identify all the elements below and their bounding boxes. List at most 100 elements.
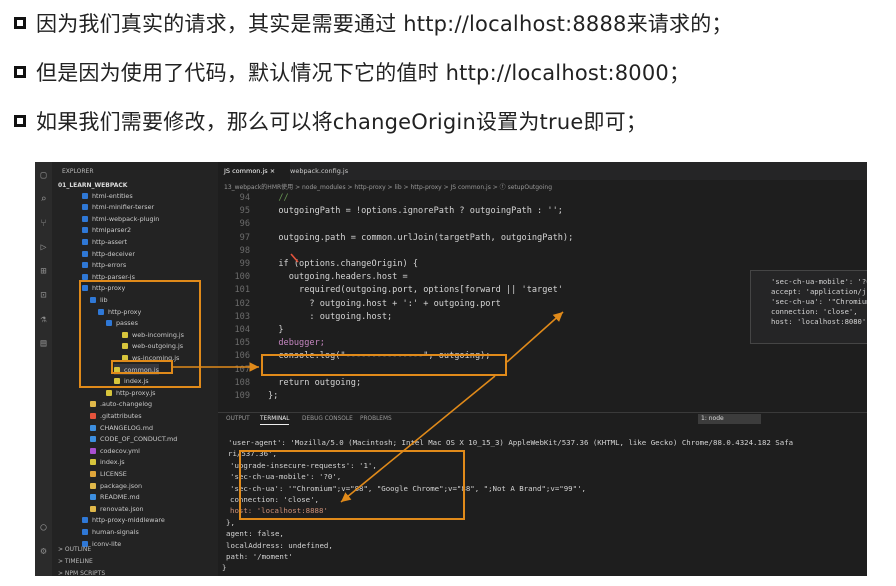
tree-item--auto-changelog[interactable]: .auto-changelog (90, 399, 152, 410)
tree-item-human-signals[interactable]: human-signals (82, 526, 139, 537)
folder-icon (82, 204, 88, 211)
tree-item-label: package.json (100, 481, 143, 490)
square-bullet-icon (14, 17, 26, 29)
tree-item-http-assert[interactable]: http-assert (82, 236, 127, 247)
terminal-select[interactable]: 1: node (698, 414, 761, 424)
line-number: 108 (234, 377, 250, 388)
tree-item-http-errors[interactable]: http-errors (82, 260, 126, 271)
project-folder[interactable]: 01_LEARN_WEBPACK (58, 182, 127, 189)
tree-item-license[interactable]: LICENSE (90, 468, 127, 479)
tree-item-codecov-yml[interactable]: codecov.yml (90, 445, 140, 456)
tab-debug-console[interactable]: DEBUG CONSOLE (302, 416, 353, 422)
folder-icon (82, 528, 88, 535)
code-line-95[interactable]: 95 outgoingPath = !options.ignorePath ? … (218, 205, 867, 218)
folder-icon (82, 238, 88, 245)
code-text: debugger; (268, 338, 325, 349)
tree-item-label: http-proxy-middleware (92, 516, 165, 525)
line-number: 105 (234, 338, 250, 349)
file-icon (90, 401, 96, 408)
terminal-line: agent: false, (226, 529, 284, 539)
tree-item-http-proxy-middleware[interactable]: http-proxy-middleware (82, 515, 165, 526)
bullet-2-text: 但是因为使用了代码，默认情况下它的值时 http://localhost:800… (36, 61, 691, 85)
square-bullet-icon (14, 115, 26, 127)
testing-icon[interactable]: ⚗ (38, 314, 49, 325)
bullet-1: 因为我们真实的请求，其实是需要通过 http://localhost:8888来… (14, 8, 733, 38)
line-number: 102 (234, 298, 250, 309)
docker-icon[interactable]: ▤ (38, 338, 49, 349)
highlight-box-console-log (261, 354, 507, 376)
tree-item-http-deceiver[interactable]: http-deceiver (82, 248, 135, 259)
code-line-97[interactable]: 97 outgoing.path = common.urlJoin(target… (218, 232, 867, 245)
line-number: 94 (239, 193, 250, 203)
hover-tooltip: 'sec-ch-ua-mobile': '?0', accept: 'appli… (750, 270, 867, 344)
run-icon[interactable]: ▷ (38, 242, 49, 253)
settings-gear-icon[interactable]: ⚙ (38, 546, 49, 557)
remote-icon[interactable]: ⊡ (38, 290, 49, 301)
folder-icon (82, 273, 88, 280)
files-icon[interactable]: ▢ (38, 170, 49, 181)
tree-item-label: http-assert (92, 237, 128, 246)
tree-item-code-of-conduct-md[interactable]: CODE_OF_CONDUCT.md (90, 434, 177, 445)
code-text: outgoing.path = common.urlJoin(targetPat… (268, 232, 574, 243)
code-line-94[interactable]: 94 // (218, 192, 867, 205)
tree-item-label: html-webpack-plugin (92, 214, 160, 223)
tab-output[interactable]: OUTPUT (226, 416, 250, 422)
hover-line: host: 'localhost:8080' (771, 317, 867, 326)
tree-item-htmlparser2[interactable]: htmlparser2 (82, 225, 131, 236)
file-icon (90, 424, 96, 431)
tree-item--gitattributes[interactable]: .gitattributes (90, 410, 142, 421)
tree-item-label: htmlparser2 (92, 226, 132, 235)
terminal-line: path: '/moment' (226, 552, 293, 561)
line-number: 96 (239, 219, 250, 230)
section-timeline[interactable]: > TIMELINE (58, 558, 93, 565)
bullet-1-text: 因为我们真实的请求，其实是需要通过 http://localhost:8888来… (36, 12, 733, 36)
file-icon (90, 459, 96, 466)
tab-problems[interactable]: PROBLEMS (360, 416, 392, 422)
line-number: 100 (234, 272, 250, 283)
code-text: } (268, 325, 284, 335)
line-number: 99 (239, 259, 250, 269)
tree-item-label: renovate.json (100, 504, 144, 513)
tree-item-label: http-proxy.js (116, 388, 156, 397)
tree-item-label: CHANGELOG.md (100, 423, 154, 432)
section-npm-scripts[interactable]: > NPM SCRIPTS (58, 570, 105, 576)
bullet-2: 但是因为使用了代码，默认情况下它的值时 http://localhost:800… (14, 57, 690, 87)
editor-tabs: JS common.js × webpack.config.js (218, 162, 867, 180)
file-icon (90, 482, 96, 489)
hover-line: 'sec-ch-ua-mobile': '?0', (771, 277, 867, 286)
tree-item-html-webpack-plugin[interactable]: html-webpack-plugin (82, 213, 159, 224)
tree-item-label: CODE_OF_CONDUCT.md (100, 435, 178, 444)
file-icon (90, 447, 96, 454)
tree-item-readme-md[interactable]: README.md (90, 492, 140, 503)
breadcrumb[interactable]: 13_webpack的HMR使用 > node_modules > http-p… (224, 182, 552, 191)
tree-item-label: http-errors (92, 261, 127, 270)
extensions-icon[interactable]: ⊞ (38, 266, 49, 277)
code-line-109[interactable]: 109}; (218, 390, 867, 403)
line-number: 109 (234, 391, 250, 401)
tree-item-package-json[interactable]: package.json (90, 480, 142, 491)
tab-webpack-config[interactable]: webpack.config.js (284, 162, 376, 180)
line-number: 101 (234, 285, 250, 296)
tree-item-label: html-entities (92, 191, 133, 200)
search-icon[interactable]: ⌕ (38, 194, 49, 205)
tree-item-index-js[interactable]: index.js (90, 457, 125, 468)
account-icon[interactable]: ◯ (38, 522, 49, 533)
tab-common-js[interactable]: JS common.js × (218, 162, 290, 180)
tree-item-html-minifier-terser[interactable]: html-minifier-terser (82, 202, 154, 213)
code-line-98[interactable]: 98 (218, 245, 867, 258)
terminal-line: 'user-agent': 'Mozilla/5.0 (Macintosh; I… (228, 438, 794, 447)
highlight-box-terminal-headers (239, 450, 465, 520)
file-icon (90, 494, 96, 501)
tree-item-changelog-md[interactable]: CHANGELOG.md (90, 422, 153, 433)
line-number: 97 (239, 232, 250, 243)
code-line-108[interactable]: 108 return outgoing; (218, 377, 867, 390)
tab-terminal[interactable]: TERMINAL (260, 416, 290, 425)
tree-item-html-entities[interactable]: html-entities (82, 190, 133, 201)
tree-item-label: README.md (100, 493, 140, 502)
tree-item-renovate-json[interactable]: renovate.json (90, 503, 144, 514)
code-line-96[interactable]: 96 (218, 218, 867, 231)
section-outline[interactable]: > OUTLINE (58, 546, 91, 553)
source-control-icon[interactable]: ⑂ (38, 218, 49, 229)
tree-item-http-proxy-js[interactable]: http-proxy.js (106, 387, 155, 398)
explorer-title: EXPLORER (62, 168, 94, 175)
